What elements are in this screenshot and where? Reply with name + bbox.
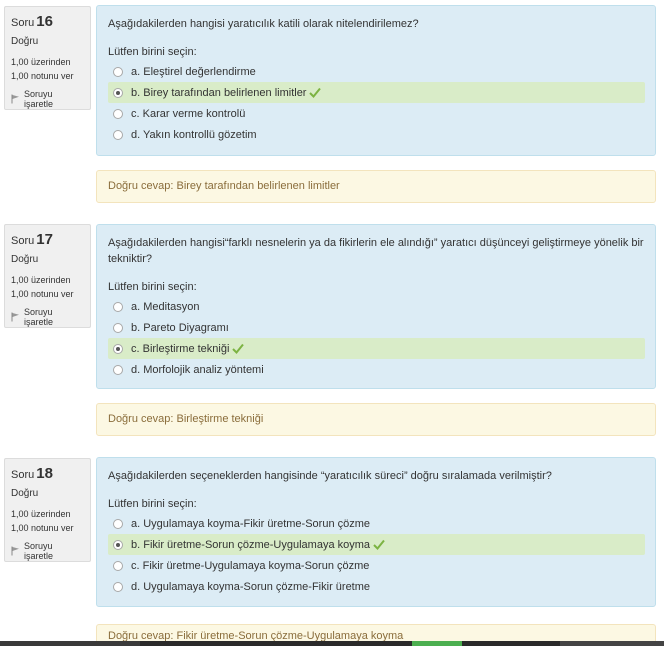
radio-button[interactable] — [113, 364, 123, 375]
answer-option-a[interactable]: a. Uygulamaya koyma-Fikir üretme-Sorun ç… — [108, 513, 645, 534]
answer-option-c[interactable]: c. Fikir üretme-Uygulamaya koyma-Sorun ç… — [108, 555, 645, 576]
question-info-16: Soru 16 Doğru 1,00 üzerinden 1,00 notunu … — [4, 6, 91, 110]
correct-answer-feedback: Doğru cevap: Birey tarafından belirlenen… — [96, 170, 656, 203]
radio-button[interactable] — [113, 518, 123, 529]
checkmark-icon — [373, 539, 385, 550]
question-formulation-18: Aşağıdakilerden seçeneklerden hangisinde… — [96, 457, 656, 607]
answer-option-a[interactable]: a. Meditasyon — [108, 296, 645, 317]
answer-list: a. Uygulamaya koyma-Fikir üretme-Sorun ç… — [108, 513, 645, 597]
radio-button[interactable] — [113, 343, 123, 354]
question-formulation-17: Aşağıdakilerden hangisi“farklı nesneleri… — [96, 224, 656, 389]
question-formulation-16: Aşağıdakilerden hangisi yaratıcılık kati… — [96, 5, 656, 156]
answer-option-d[interactable]: d. Uygulamaya koyma-Sorun çözme-Fikir ür… — [108, 576, 645, 597]
radio-button[interactable] — [113, 560, 123, 571]
question-number: Soru 17 — [11, 231, 53, 248]
answer-option-c[interactable]: c. Birleştirme tekniği — [108, 338, 645, 359]
question-grade: 1,00 üzerinden 1,00 notunu ver — [11, 509, 74, 533]
question-text: Aşağıdakilerden hangisi“farklı nesneleri… — [108, 237, 644, 265]
radio-button[interactable] — [113, 301, 123, 312]
answer-option-c[interactable]: c. Karar verme kontrolü — [108, 103, 645, 124]
question-grade: 1,00 üzerinden 1,00 notunu ver — [11, 57, 74, 81]
question-state: Doğru — [11, 488, 39, 499]
radio-button[interactable] — [113, 539, 123, 550]
taskbar-segment — [0, 641, 140, 646]
answer-option-b[interactable]: b. Pareto Diyagramı — [108, 317, 645, 338]
correct-answer-feedback: Doğru cevap: Birleştirme tekniği — [96, 403, 656, 436]
answer-prompt: Lütfen birini seçin: — [108, 46, 197, 58]
answer-list: a. Eleştirel değerlendirme b. Birey tara… — [108, 61, 645, 145]
question-text: Aşağıdakilerden seçeneklerden hangisinde… — [108, 470, 552, 482]
radio-button[interactable] — [113, 108, 123, 119]
taskbar — [0, 641, 664, 646]
flag-question-button[interactable]: Soruyu işaretle — [11, 307, 84, 327]
answer-option-b[interactable]: b. Fikir üretme-Sorun çözme-Uygulamaya k… — [108, 534, 645, 555]
answer-option-d[interactable]: d. Morfolojik analiz yöntemi — [108, 359, 645, 380]
taskbar-segment — [560, 641, 664, 646]
radio-button[interactable] — [113, 66, 123, 77]
answer-prompt: Lütfen birini seçin: — [108, 498, 197, 510]
question-state: Doğru — [11, 36, 39, 47]
checkmark-icon — [232, 343, 245, 354]
radio-button[interactable] — [113, 322, 123, 333]
flag-icon — [11, 94, 19, 104]
question-number: Soru 18 — [11, 465, 53, 482]
question-number: Soru 16 — [11, 13, 53, 30]
flag-icon — [11, 312, 19, 322]
radio-button[interactable] — [113, 87, 123, 98]
answer-option-d[interactable]: d. Yakın kontrollü gözetim — [108, 124, 645, 145]
answer-option-b[interactable]: b. Birey tarafından belirlenen limitler — [108, 82, 645, 103]
flag-icon — [11, 546, 19, 556]
answer-option-a[interactable]: a. Eleştirel değerlendirme — [108, 61, 645, 82]
question-text: Aşağıdakilerden hangisi yaratıcılık kati… — [108, 18, 419, 30]
taskbar-progress — [412, 641, 462, 646]
radio-button[interactable] — [113, 129, 123, 140]
flag-question-button[interactable]: Soruyu işaretle — [11, 89, 84, 109]
question-info-17: Soru 17 Doğru 1,00 üzerinden 1,00 notunu … — [4, 224, 91, 328]
radio-button[interactable] — [113, 581, 123, 592]
correct-answer-feedback: Doğru cevap: Fikir üretme-Sorun çözme-Uy… — [96, 624, 656, 642]
checkmark-icon — [309, 87, 322, 98]
answer-list: a. Meditasyon b. Pareto Diyagramı c. Bir… — [108, 296, 645, 380]
question-grade: 1,00 üzerinden 1,00 notunu ver — [11, 275, 74, 299]
question-info-18: Soru 18 Doğru 1,00 üzerinden 1,00 notunu … — [4, 458, 91, 562]
flag-question-button[interactable]: Soruyu işaretle — [11, 541, 84, 561]
question-state: Doğru — [11, 254, 39, 265]
answer-prompt: Lütfen birini seçin: — [108, 281, 197, 293]
